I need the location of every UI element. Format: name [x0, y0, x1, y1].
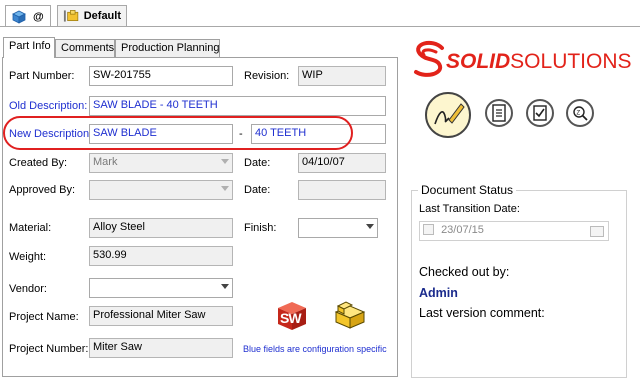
checklist-button[interactable]: [526, 99, 554, 127]
document-status-title: Document Status: [418, 183, 517, 197]
chevron-down-icon: [221, 284, 229, 289]
old-description-field[interactable]: SAW BLADE - 40 TEETH: [89, 96, 386, 116]
created-by-label: Created By:: [9, 157, 68, 169]
transition-checkbox[interactable]: [423, 224, 434, 235]
config-specific-note: Blue fields are configuration specific: [243, 344, 387, 354]
tab-strip-divider: [0, 26, 640, 27]
approved-date-field[interactable]: [298, 180, 386, 200]
revision-label: Revision:: [244, 70, 290, 82]
last-transition-date-field[interactable]: 23/07/15: [419, 221, 609, 241]
new-description-label: New Description: [9, 128, 90, 140]
logo-text-bold: SOLID: [446, 50, 511, 73]
last-transition-date-value: 23/07/15: [441, 224, 484, 236]
part-number-field[interactable]: SW-201755: [89, 66, 233, 86]
created-by-combo[interactable]: Mark: [89, 153, 233, 173]
project-number-field[interactable]: Miter Saw: [89, 338, 233, 358]
checklist-icon: [533, 105, 547, 121]
checked-out-label: Checked out by:: [419, 265, 510, 279]
project-name-field[interactable]: Professional Miter Saw: [89, 306, 233, 326]
document-status-group: [411, 190, 627, 378]
configuration-tab-at[interactable]: @: [5, 5, 51, 27]
sign-button[interactable]: [425, 92, 471, 138]
last-transition-label: Last Transition Date:: [419, 203, 520, 215]
created-date-label: Date:: [244, 157, 271, 169]
zoom-document-icon: Z: [573, 106, 588, 121]
logo-text-light: SOLUTIONS: [510, 50, 632, 73]
old-description-label: Old Description:: [9, 100, 88, 112]
configuration-tab-at-label: @: [33, 10, 44, 23]
revision-field[interactable]: WIP: [298, 66, 386, 86]
zoom-button[interactable]: Z: [566, 99, 594, 127]
finish-label: Finish:: [244, 222, 277, 234]
vendor-combo[interactable]: [89, 278, 233, 298]
new-description-field-1[interactable]: SAW BLADE: [89, 124, 233, 144]
created-date-field[interactable]: 04/10/07: [298, 153, 386, 173]
calendar-dropdown-icon[interactable]: [590, 226, 604, 237]
project-number-label: Project Number:: [9, 343, 89, 355]
approved-date-label: Date:: [244, 184, 271, 196]
vendor-label: Vendor:: [9, 283, 47, 295]
approved-by-label: Approved By:: [9, 184, 76, 196]
document-list-icon: [492, 104, 506, 122]
sw-badge-text: SW: [280, 310, 302, 326]
configuration-tab-default-label: Default: [83, 10, 121, 22]
chevron-down-icon: [366, 224, 374, 229]
part-cubes-icon: [12, 10, 26, 24]
part-3d-icon[interactable]: [330, 298, 370, 334]
pen-signature-icon: [434, 103, 465, 125]
finish-combo[interactable]: [298, 218, 378, 238]
configuration-tab-default[interactable]: Default: [57, 5, 127, 26]
material-field[interactable]: Alloy Steel: [89, 218, 233, 238]
new-description-separator: -: [239, 128, 243, 140]
part-number-label: Part Number:: [9, 70, 75, 82]
material-label: Material:: [9, 222, 52, 234]
new-description-field-2[interactable]: 40 TEETH: [251, 124, 386, 144]
svg-text:Z: Z: [577, 111, 581, 117]
project-name-label: Project Name:: [9, 311, 79, 323]
created-by-value: Mark: [93, 156, 118, 168]
tab-production-planning[interactable]: Production Planning: [115, 39, 220, 57]
weight-field[interactable]: 530.99: [89, 246, 233, 266]
weight-label: Weight:: [9, 251, 47, 263]
checked-out-user: Admin: [419, 286, 458, 300]
last-version-comment-label: Last version comment:: [419, 306, 545, 320]
approved-by-combo[interactable]: [89, 180, 233, 200]
chevron-down-icon: [221, 159, 229, 164]
solidworks-icon[interactable]: SW: [274, 300, 310, 332]
document-list-button[interactable]: [485, 99, 513, 127]
tab-comments[interactable]: Comments: [55, 39, 115, 57]
tab-part-info[interactable]: Part Info: [3, 37, 55, 58]
configuration-icon: [63, 10, 79, 22]
chevron-down-icon: [221, 186, 229, 191]
solidsolutions-logo: SOLIDSOLUTIONS: [408, 40, 633, 84]
